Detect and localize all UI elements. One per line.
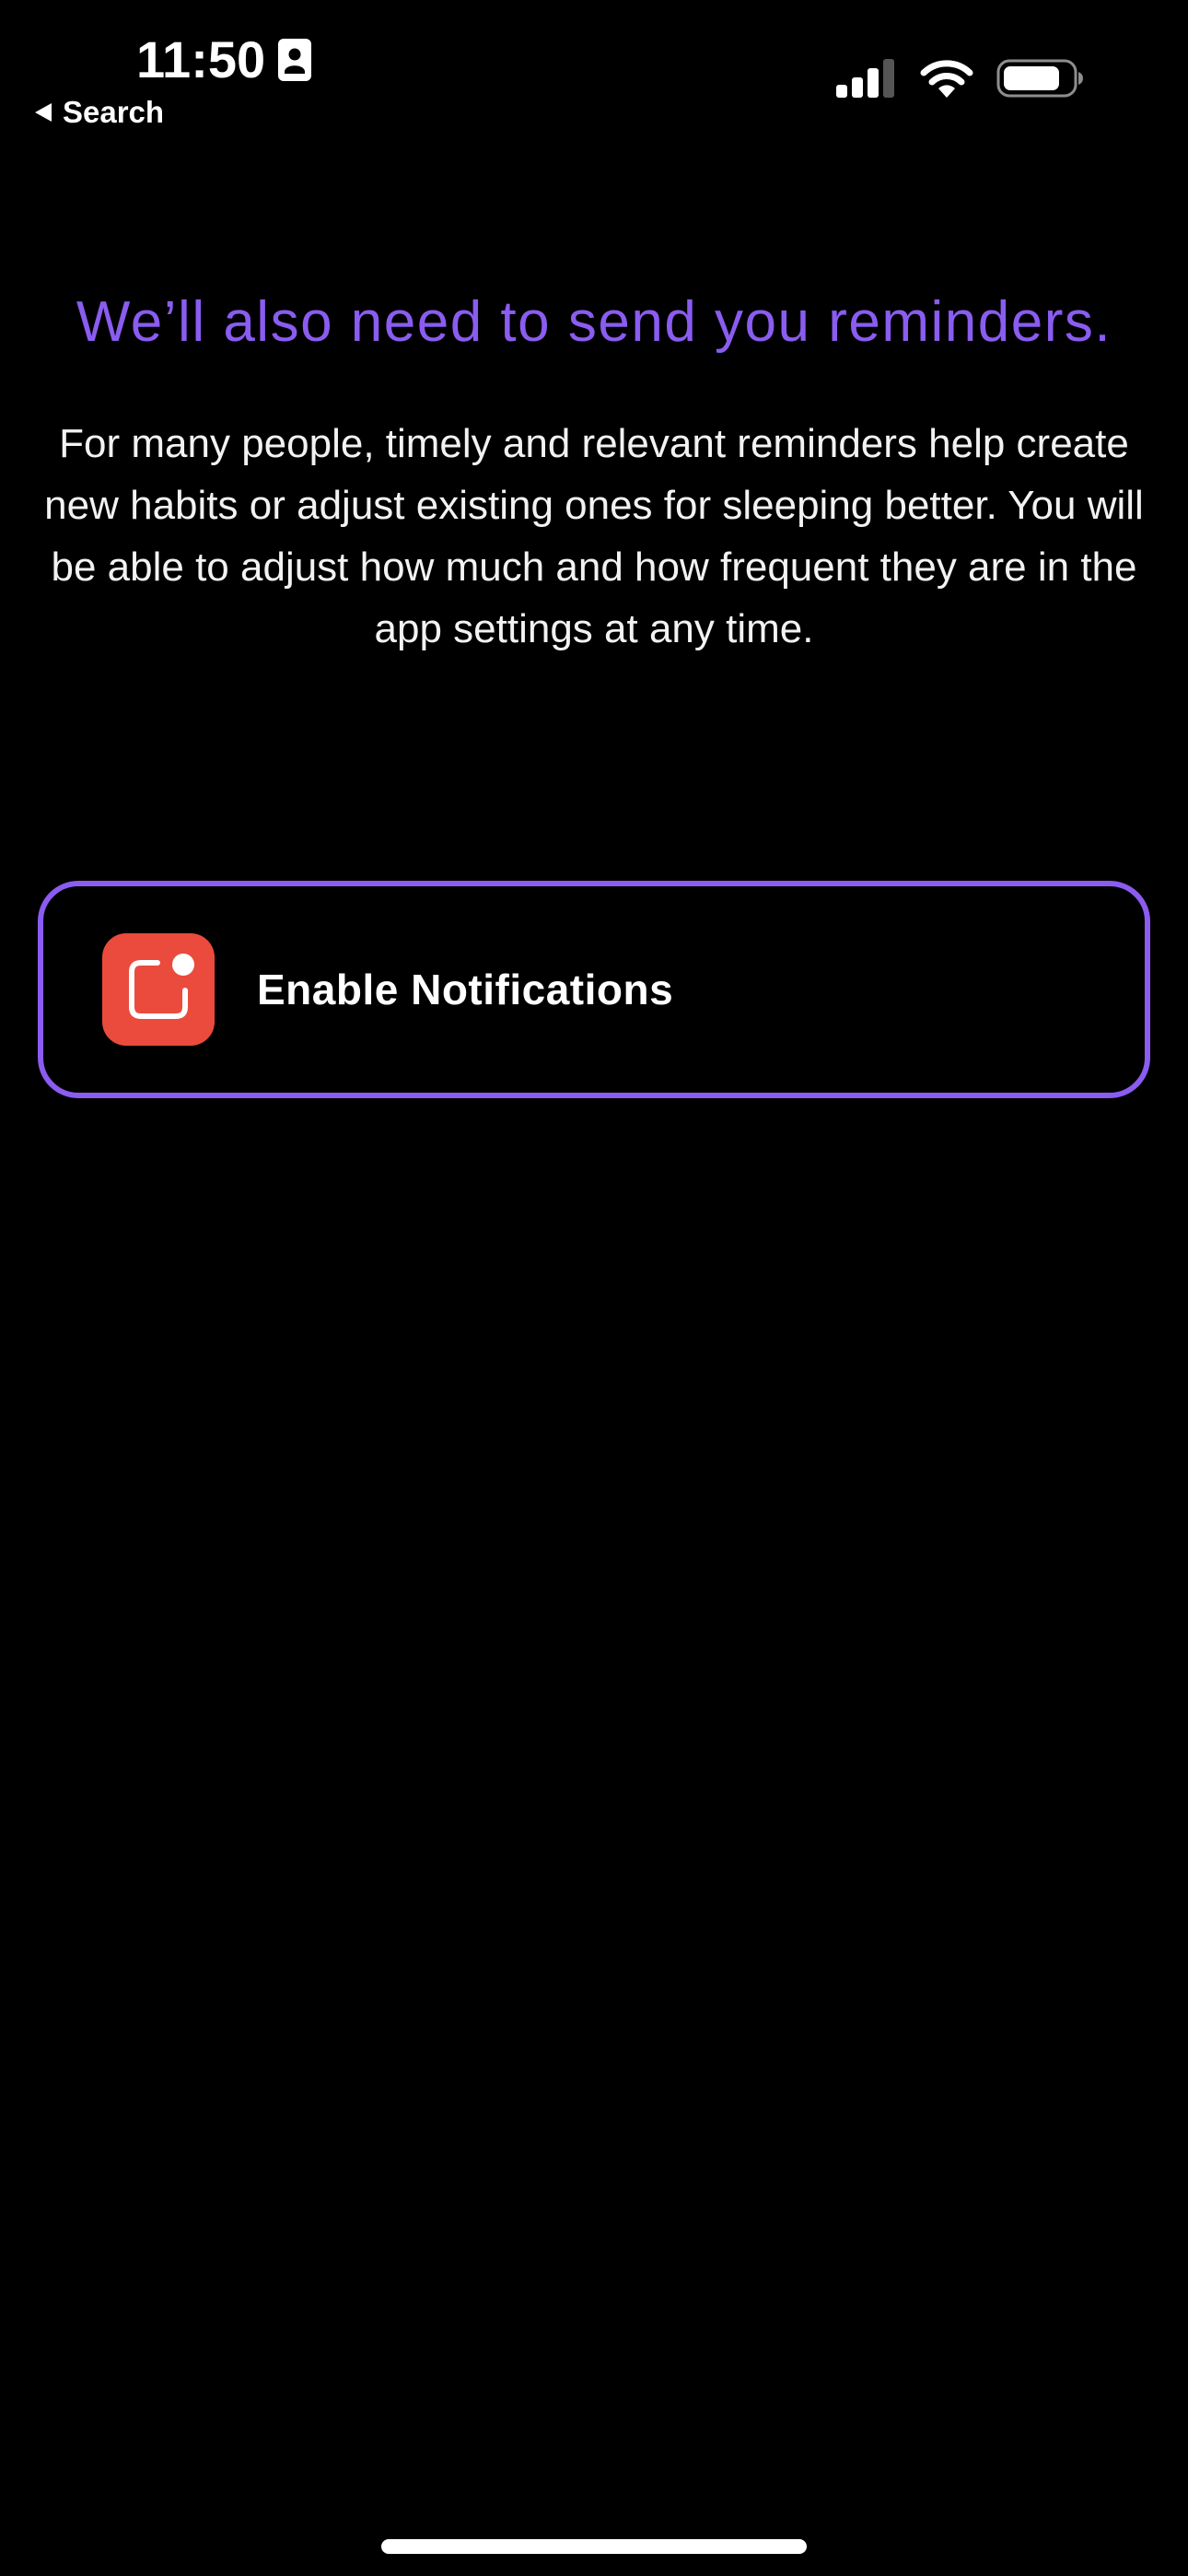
time-group: 11:50	[136, 28, 312, 92]
notification-badge-glyph	[129, 949, 199, 1019]
wifi-icon	[920, 60, 973, 98]
page-title: We’ll also need to send you reminders.	[76, 290, 1112, 354]
enable-notifications-button[interactable]: Enable Notifications	[38, 881, 1150, 1098]
app-notification-icon	[102, 933, 215, 1046]
home-indicator[interactable]	[381, 2539, 807, 2554]
back-to-search-link[interactable]: Search	[33, 94, 164, 131]
back-label: Search	[63, 95, 165, 129]
status-bar: 11:50 Search	[0, 0, 1188, 138]
contact-card-icon	[278, 39, 312, 81]
cellular-signal-icon	[836, 59, 894, 98]
status-time: 11:50	[136, 30, 266, 88]
battery-icon	[996, 59, 1083, 98]
back-triangle-icon	[35, 103, 52, 122]
status-indicators	[834, 57, 1085, 100]
reminders-description: For many people, timely and relevant rem…	[44, 421, 1144, 651]
enable-notifications-label: Enable Notifications	[257, 966, 674, 1013]
